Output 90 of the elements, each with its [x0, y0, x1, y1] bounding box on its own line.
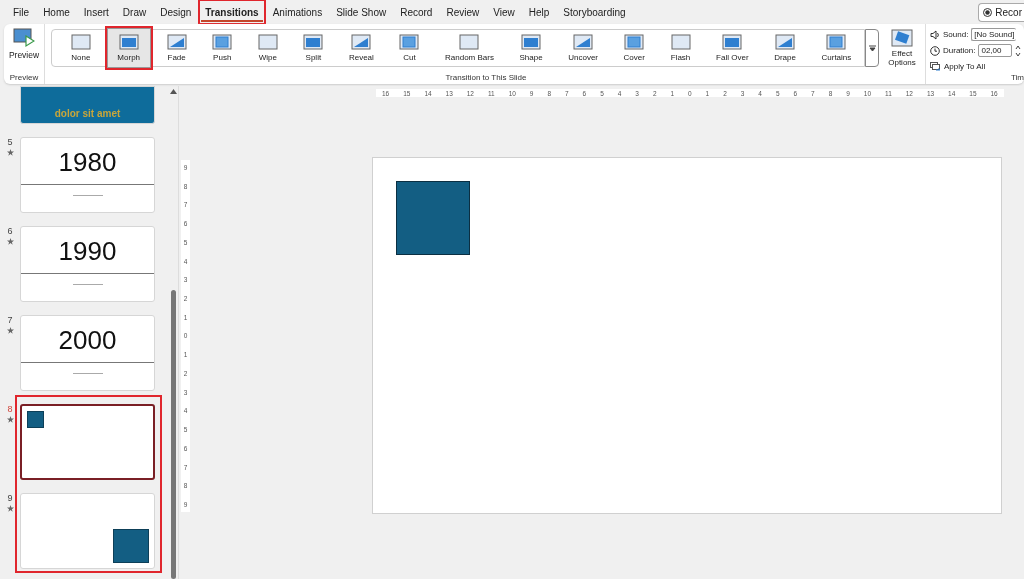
subtitle-line	[72, 284, 103, 285]
transition-option[interactable]: Fade	[156, 28, 197, 68]
transition-icon	[670, 34, 691, 50]
clock-icon	[930, 45, 940, 56]
slide-thumbnail[interactable]: 1980	[20, 137, 155, 213]
transition-icon	[351, 34, 372, 50]
ribbon-tab[interactable]: View	[489, 4, 519, 22]
star-icon	[6, 149, 14, 156]
square-shape	[113, 529, 149, 563]
ribbon-tab[interactable]: Insert	[79, 4, 113, 22]
transition-icon	[257, 34, 278, 50]
transition-option[interactable]: Wipe	[248, 28, 288, 68]
ribbon-tab[interactable]: Storyboarding	[559, 4, 630, 22]
transition-option[interactable]: Random Bars	[435, 28, 504, 68]
transition-icon	[624, 34, 645, 50]
slide-title: 2000	[58, 327, 117, 353]
transition-option[interactable]: Fall Over	[706, 28, 759, 68]
transition-icon	[521, 34, 542, 50]
ribbon-tab[interactable]: Animations	[268, 4, 327, 22]
transition-option[interactable]: Push	[202, 28, 242, 68]
scroll-bar[interactable]	[168, 86, 178, 579]
subtitle-line	[72, 195, 103, 196]
star-icon	[6, 505, 14, 512]
ribbon-tab[interactable]: File	[9, 4, 34, 22]
ribbon-tab[interactable]: Home	[39, 4, 74, 22]
record-icon	[983, 7, 993, 17]
slide-thumbnail[interactable]: 1990	[20, 226, 155, 302]
effect-icon	[891, 29, 913, 47]
group-label: Preview	[9, 73, 39, 84]
transition-option[interactable]: Curtains	[811, 28, 862, 68]
transition-icon	[399, 34, 420, 50]
apply-all-icon	[930, 61, 941, 72]
transition-option[interactable]: Shape	[509, 28, 553, 68]
slide-number: 6	[7, 226, 13, 236]
slide-number: 7	[7, 315, 13, 325]
transition-option[interactable]: Drape	[764, 28, 806, 68]
ribbon-tab[interactable]: Draw	[118, 4, 151, 22]
apply-to-all-button[interactable]: Apply To All	[930, 59, 986, 74]
group-label: Transition to This Slide	[445, 73, 527, 84]
transition-option[interactable]: Split	[293, 28, 334, 68]
transition-icon	[166, 34, 187, 50]
transition-option[interactable]: Cut	[389, 28, 430, 68]
transition-option[interactable]: None	[61, 28, 101, 68]
star-icon	[6, 416, 14, 423]
group-label: Tim	[1010, 73, 1024, 84]
transition-icon	[459, 34, 480, 50]
slide-number: 5	[7, 137, 13, 147]
record-button[interactable]: Recor	[978, 2, 1024, 22]
transition-icon	[722, 34, 743, 50]
star-icon	[6, 327, 14, 334]
duration-label: Duration:	[943, 46, 976, 55]
slide-thumbnail[interactable]: 2000	[20, 315, 155, 391]
slide-title: 1980	[58, 149, 117, 175]
ribbon-tab[interactable]: Design	[156, 4, 196, 22]
ribbon-tab[interactable]: Record	[396, 4, 437, 22]
transition-icon	[70, 34, 91, 50]
sound-label: Sound:	[943, 30, 969, 39]
duration-field[interactable]: 02,00	[978, 44, 1013, 57]
sound-dropdown[interactable]: [No Sound]	[971, 28, 1017, 41]
transition-icon	[303, 34, 324, 50]
slide-thumbnail[interactable]	[20, 404, 155, 480]
subtitle-line	[72, 373, 103, 374]
speaker-icon	[930, 29, 940, 40]
transition-icon	[212, 34, 233, 50]
preview-button[interactable]: Preview	[8, 28, 40, 60]
ribbon-tab[interactable]: Review	[442, 4, 484, 22]
transition-option[interactable]: Morph	[106, 28, 151, 68]
transition-option[interactable]: Reveal	[339, 28, 384, 68]
scroll-thumb[interactable]	[170, 290, 176, 579]
star-icon	[6, 238, 14, 245]
transition-option[interactable]: Cover	[613, 28, 655, 68]
slide-number: 8	[7, 404, 13, 414]
effect-options-button[interactable]: Effect Options	[883, 29, 921, 67]
scroll-up-icon[interactable]	[169, 89, 177, 94]
square-shape	[27, 411, 44, 428]
transition-option[interactable]: Uncover	[558, 28, 608, 68]
transition-icon	[826, 34, 847, 50]
expand-icon	[868, 44, 876, 52]
transition-icon	[118, 34, 139, 50]
slide-title: dolor sit amet	[54, 108, 121, 119]
gallery-more-button[interactable]	[865, 29, 879, 67]
ribbon-tab[interactable]: Slide Show	[332, 4, 391, 22]
transition-icon	[775, 34, 796, 50]
transition-option[interactable]: Flash	[660, 28, 701, 68]
ribbon-tab[interactable]: Help	[524, 4, 554, 22]
spinner-icon[interactable]	[1015, 43, 1022, 58]
slide-title: 1990	[58, 238, 117, 264]
slide-number: 9	[7, 493, 13, 503]
transition-icon	[573, 34, 594, 50]
preview-icon	[13, 28, 35, 48]
